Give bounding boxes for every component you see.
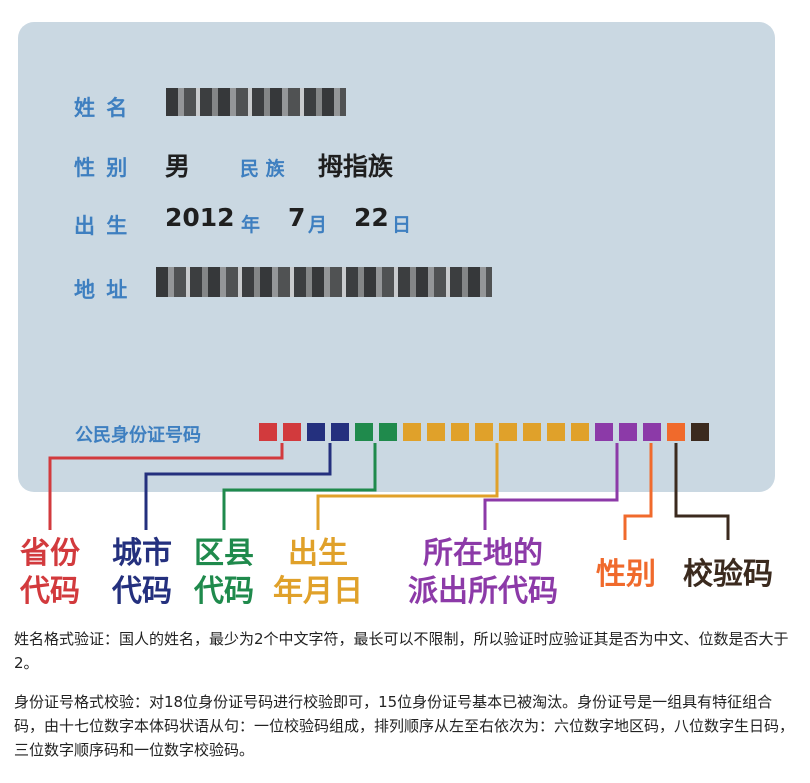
category-province: 省份 代码	[20, 536, 80, 609]
category-city: 城市 代码	[112, 536, 172, 609]
category-district: 区县 代码	[194, 536, 254, 609]
name-format-paragraph: 姓名格式验证：国人的姓名，最少为2个中文字符，最长可以不限制，所以验证时应验证其…	[14, 630, 789, 672]
category-birthdate: 出生 年月日	[273, 536, 363, 609]
category-checksum: 校验码	[683, 557, 773, 592]
category-gender: 性别	[596, 557, 656, 592]
id-format-paragraph: 身份证号格式校验：对18位身份证号码进行校验即可，15位身份证号基本已被淘汰。身…	[14, 693, 795, 759]
category-police-station: 所在地的 派出所代码	[408, 536, 558, 609]
